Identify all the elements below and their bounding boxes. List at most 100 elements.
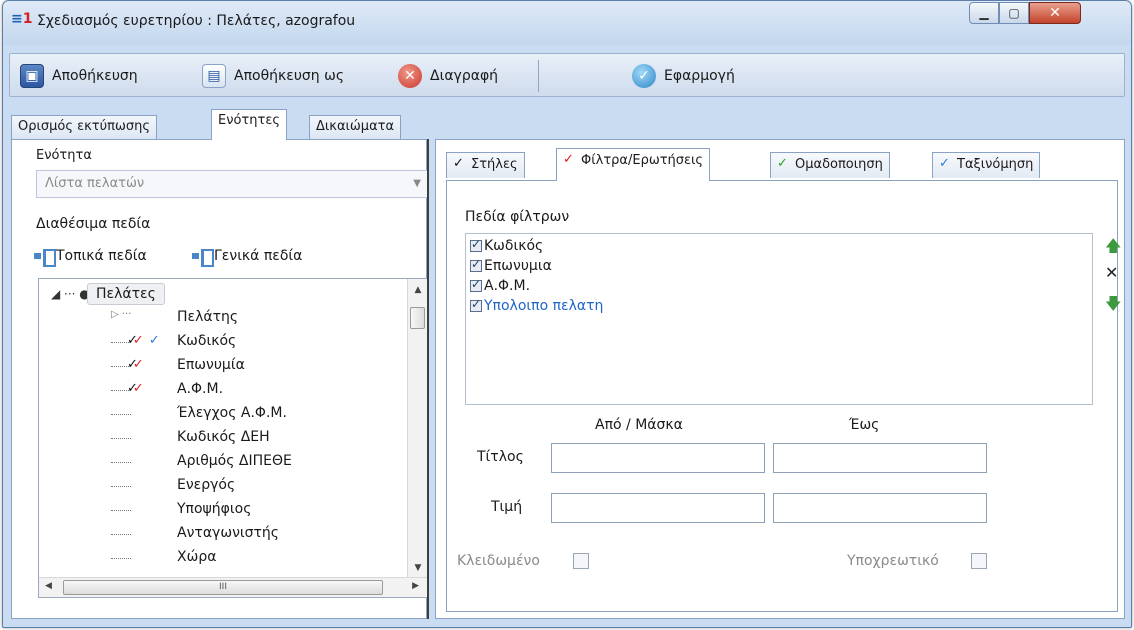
tree-node-label: Επωνυμία	[177, 357, 245, 373]
minimize-button[interactable]: ▁	[969, 2, 999, 24]
tree-node[interactable]: Έλεγχος Α.Φ.Μ.	[39, 403, 399, 427]
toolbar: ▣ Αποθήκευση ▤ Αποθήκευση ως ✕ Διαγραφή …	[9, 53, 1125, 97]
save-label: Αποθήκευση	[52, 68, 138, 84]
save-as-icon: ▤	[202, 64, 226, 88]
section-select-value: Λίστα πελατών	[45, 176, 145, 191]
tree-node[interactable]: Κωδικός ΔΕΗ	[39, 427, 399, 451]
floppy-disk-icon: ▣	[20, 64, 44, 88]
title-label: Τίτλος	[477, 449, 524, 465]
tree-node[interactable]: ▷ ··· Πελάτης	[39, 307, 399, 331]
tab-grouping[interactable]: ✓ Ομαδοποιηση	[770, 152, 890, 178]
tree-node[interactable]: ✓✓ Α.Φ.Μ.	[39, 379, 399, 403]
scroll-left-icon[interactable]: ◀	[45, 581, 52, 591]
maximize-button[interactable]: ▢	[999, 2, 1029, 24]
check-marks-icon: ✓✓	[127, 357, 144, 372]
toolbar-separator	[538, 60, 539, 92]
panel-splitter[interactable]	[427, 139, 435, 619]
move-up-icon[interactable]: 🡅	[1105, 235, 1121, 262]
title-to-input[interactable]	[773, 443, 987, 473]
to-header: Έως	[849, 417, 880, 433]
filter-field-checkbox[interactable]	[470, 237, 482, 252]
tree-node[interactable]: Χώρα	[39, 547, 399, 571]
scroll-up-icon[interactable]: ▲	[408, 285, 427, 295]
required-checkbox[interactable]	[971, 553, 987, 569]
tree-vertical-scrollbar[interactable]: ▲ ▼	[407, 279, 427, 579]
tree-node[interactable]: Αριθμός ΔΙΠΕΘΕ	[39, 451, 399, 475]
value-from-input[interactable]	[551, 493, 765, 523]
locked-checkbox[interactable]	[573, 553, 589, 569]
section-label: Ενότητα	[36, 148, 92, 163]
filter-field-checkbox[interactable]	[470, 257, 482, 272]
tree-node-label: Υποψήφιος	[177, 501, 252, 517]
chevron-down-icon: ▼	[413, 178, 421, 189]
filter-field-checkbox[interactable]	[470, 297, 482, 312]
value-label: Τιμή	[491, 499, 523, 515]
tree-node-label: Χώρα	[177, 549, 217, 565]
filter-fields-label: Πεδία φίλτρων	[465, 209, 570, 225]
filter-field-item[interactable]: Α.Φ.Μ.	[470, 276, 530, 296]
fields-tree-icon	[34, 249, 56, 267]
save-button[interactable]: ▣ Αποθήκευση	[20, 62, 138, 90]
delete-button[interactable]: ✕ Διαγραφή	[398, 62, 498, 90]
tab-columns[interactable]: ✓ Στήλες	[446, 152, 525, 178]
section-select[interactable]: Λίστα πελατών ▼	[36, 170, 430, 198]
sections-panel: Ενότητα Λίστα πελατών ▼ Διαθέσιμα πεδία …	[11, 139, 430, 619]
tab-print-definition[interactable]: Ορισμός εκτύπωσης	[11, 115, 157, 139]
tree-horizontal-scrollbar[interactable]: ◀ III ▶	[39, 577, 427, 597]
window-title: Σχεδιασμός ευρετηρίου : Πελάτες, azograf…	[37, 13, 356, 29]
tree-node-label: Αριθμός ΔΙΠΕΘΕ	[177, 453, 292, 469]
tab-filters-questions[interactable]: ✓ Φίλτρα/Ερωτήσεις	[556, 148, 711, 181]
app-logo: ≡1	[11, 11, 33, 27]
local-fields-button[interactable]: Τοπικά πεδία	[34, 248, 147, 267]
filter-fields-list: Κωδικός Επωνυμια Α.Φ.Μ. Υπολοιπο πελατη	[465, 233, 1093, 405]
general-fields-button[interactable]: Γενικά πεδία	[192, 248, 303, 267]
scroll-down-icon[interactable]: ▼	[408, 563, 427, 573]
tree-node[interactable]: Ανταγωνιστής	[39, 523, 399, 547]
scroll-right-icon[interactable]: ▶	[412, 581, 419, 591]
filter-field-label: Επωνυμια	[484, 258, 552, 274]
check-marks-icon: ✓✓ ✓	[127, 333, 160, 348]
move-down-icon[interactable]: 🡇	[1105, 293, 1121, 320]
close-button[interactable]: ✕	[1029, 2, 1081, 24]
tree-expand-icon[interactable]: ◢ ··· ●	[51, 283, 90, 305]
checkmark-icon: ✓	[777, 156, 788, 171]
tab-sections[interactable]: Ενότητες	[211, 109, 287, 140]
check-marks-icon: ✓✓	[127, 381, 144, 396]
apply-label: Εφαρμογή	[664, 68, 735, 84]
filter-field-item[interactable]: Υπολοιπο πελατη	[470, 296, 603, 316]
tab-permissions[interactable]: Δικαιώματα	[309, 115, 402, 139]
save-as-button[interactable]: ▤ Αποθήκευση ως	[202, 62, 344, 90]
apply-button[interactable]: ✓ Εφαρμογή	[632, 62, 735, 90]
local-fields-label: Τοπικά πεδία	[56, 248, 147, 264]
available-fields-label: Διαθέσιμα πεδία	[36, 216, 151, 232]
title-from-input[interactable]	[551, 443, 765, 473]
tree-root-node[interactable]: Πελάτες	[87, 283, 165, 305]
required-label: Υποχρεωτικό	[847, 553, 939, 569]
scrollbar-thumb[interactable]	[410, 307, 425, 329]
tab-columns-label: Στήλες	[471, 157, 518, 172]
tree-node[interactable]: ✓✓ Επωνυμία	[39, 355, 399, 379]
delete-label: Διαγραφή	[430, 68, 499, 84]
filter-field-label: Α.Φ.Μ.	[484, 278, 531, 294]
tree-node[interactable]: ✓✓ ✓ Κωδικός	[39, 331, 399, 355]
tree-node-label: Α.Φ.Μ.	[177, 381, 224, 397]
checkmark-icon: ✓	[453, 156, 464, 171]
save-as-label: Αποθήκευση ως	[234, 68, 345, 84]
details-panel: ✓ Στήλες ✓ Φίλτρα/Ερωτήσεις ✓ Ομαδοποιησ…	[435, 139, 1125, 619]
checkmark-icon: ✓	[563, 152, 574, 167]
filter-field-item[interactable]: Κωδικός	[470, 236, 543, 256]
filter-field-checkbox[interactable]	[470, 277, 482, 292]
scrollbar-thumb[interactable]: III	[63, 580, 383, 595]
value-to-input[interactable]	[773, 493, 987, 523]
tree-node[interactable]: Υποψήφιος	[39, 499, 399, 523]
locked-label: Κλειδωμένο	[457, 553, 540, 569]
tree-node[interactable]: Ενεργός	[39, 475, 399, 499]
tree-node-expander[interactable]: ▷ ···	[111, 309, 131, 320]
tab-grouping-label: Ομαδοποιηση	[795, 157, 883, 172]
tree-node-label: Έλεγχος Α.Φ.Μ.	[177, 405, 287, 421]
tab-sorting[interactable]: ✓ Ταξινόμηση	[932, 152, 1041, 178]
filter-field-item[interactable]: Επωνυμια	[470, 256, 552, 276]
general-fields-label: Γενικά πεδία	[214, 248, 303, 264]
remove-icon[interactable]: ✕	[1105, 263, 1118, 282]
tree-node-label: Πελάτης	[177, 309, 239, 325]
